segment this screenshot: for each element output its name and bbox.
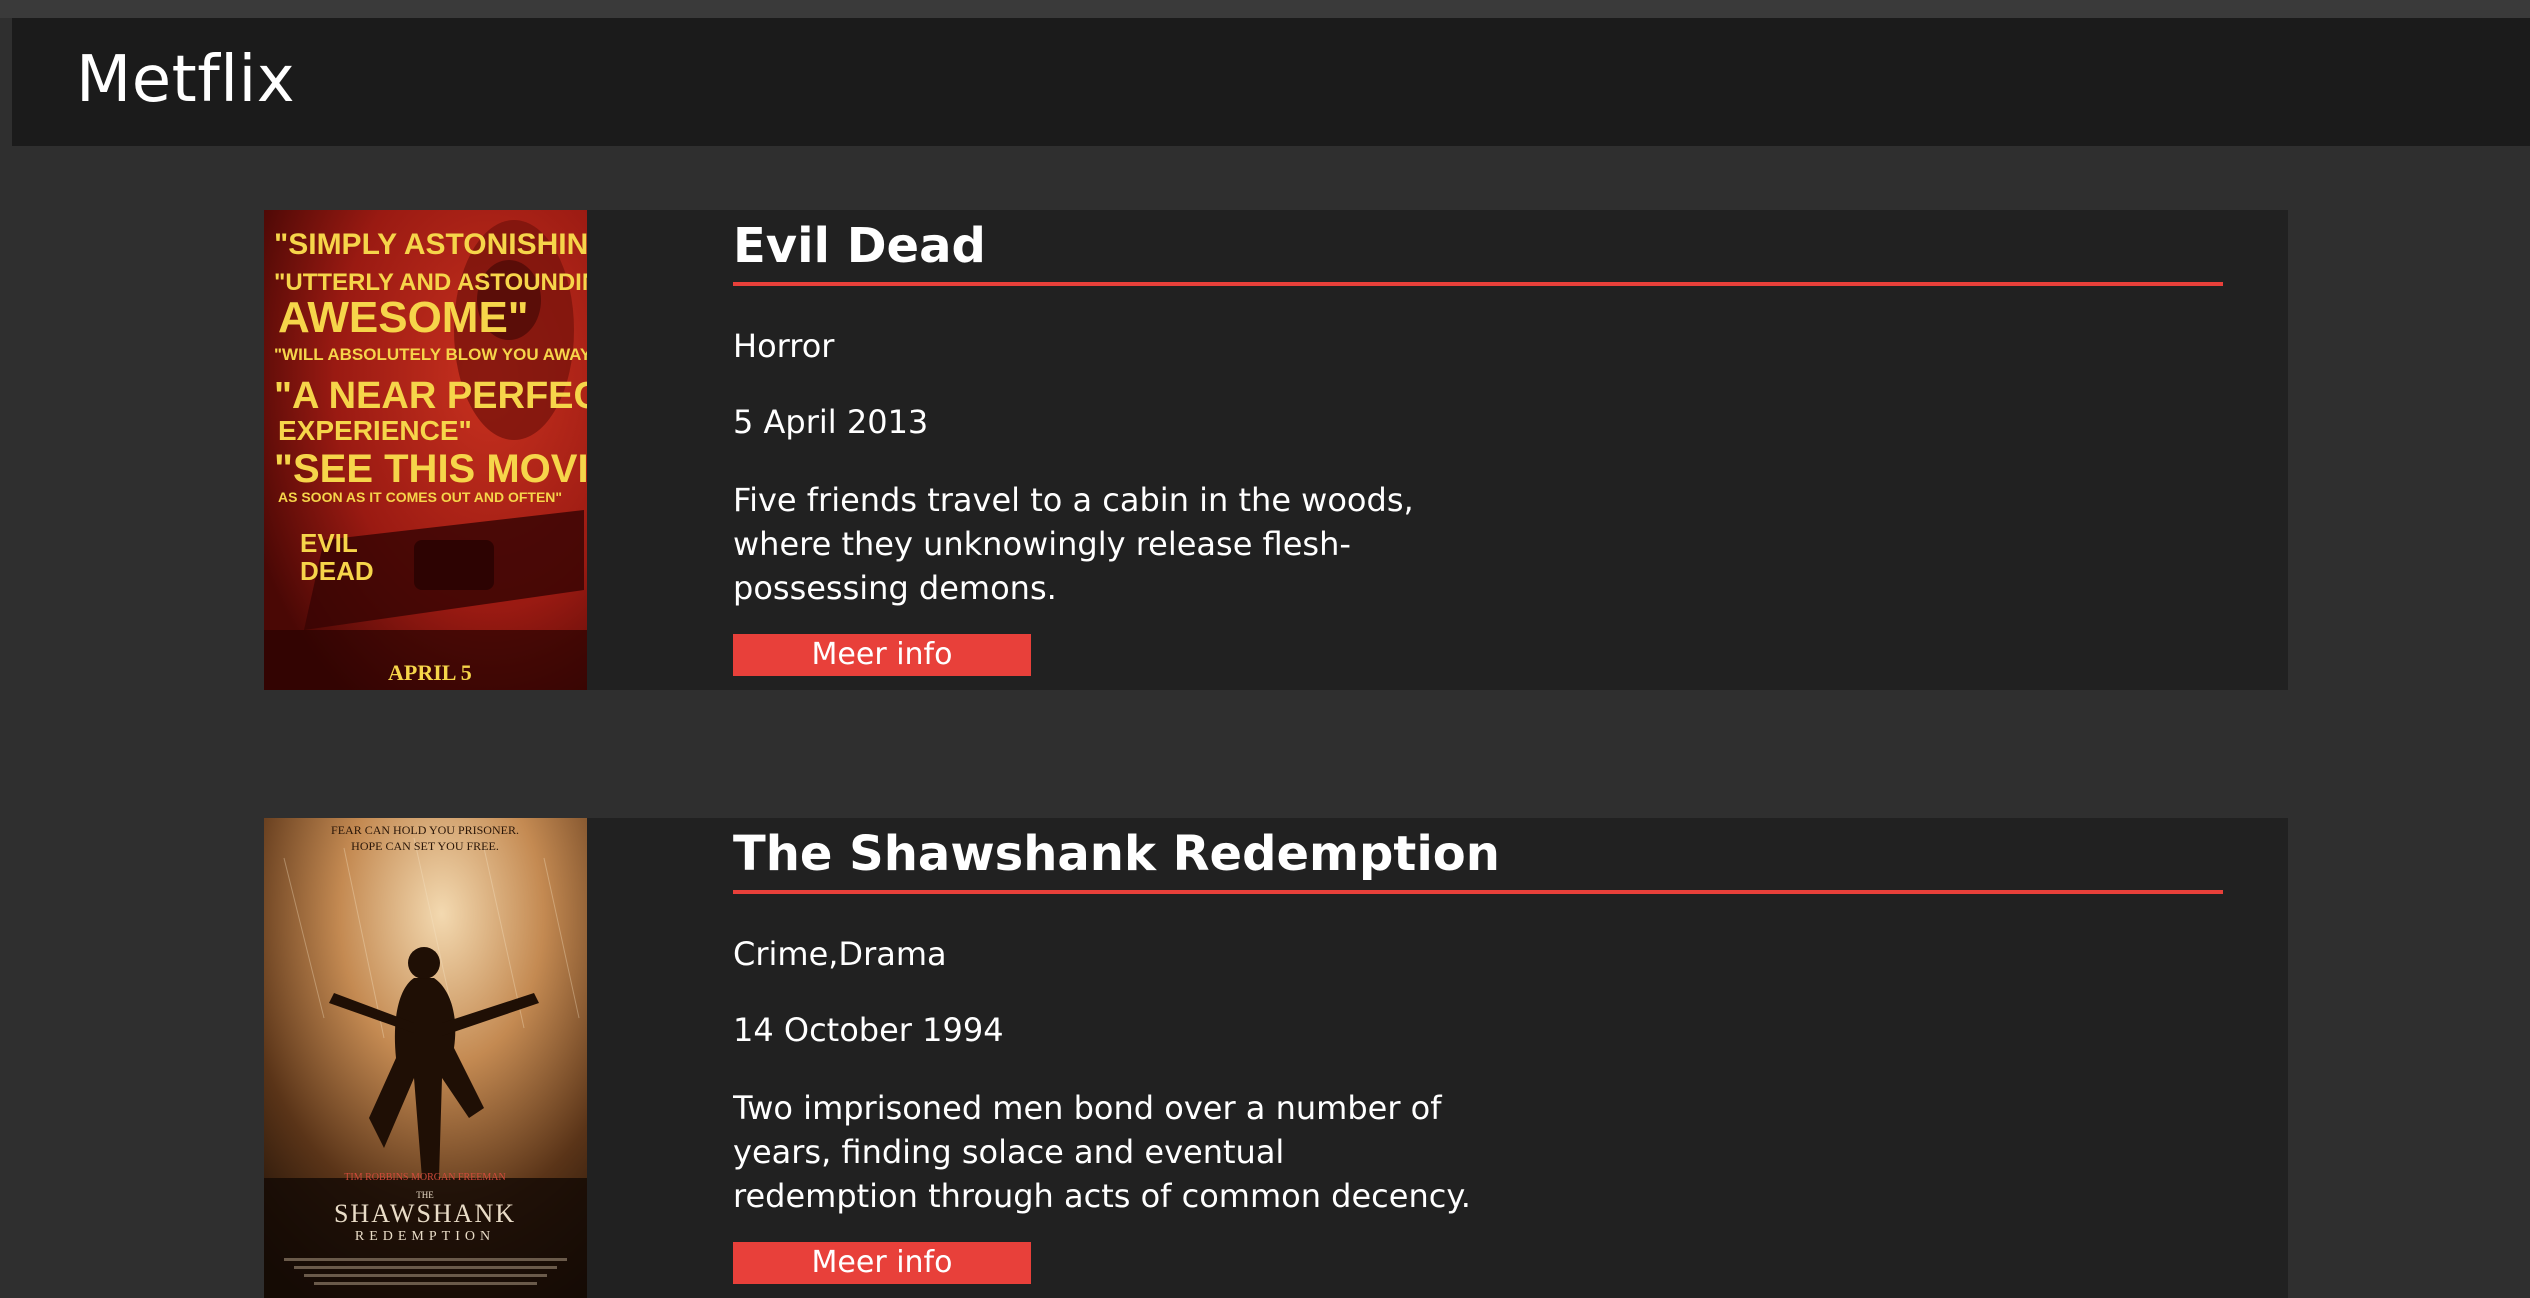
- movie-card: "SIMPLY ASTONISHING" "UTTERLY AND ASTOUN…: [264, 210, 2288, 690]
- site-header: Metflix: [12, 18, 2530, 146]
- top-strip: [0, 0, 2530, 18]
- more-info-button[interactable]: Meer info: [733, 634, 1031, 676]
- movie-poster: "SIMPLY ASTONISHING" "UTTERLY AND ASTOUN…: [264, 210, 587, 690]
- movie-genre: Crime,Drama: [733, 935, 947, 973]
- poster-tagline: FEAR CAN HOLD YOU PRISONER.: [331, 823, 519, 837]
- movie-release-date: 14 October 1994: [733, 1011, 1004, 1049]
- title-underline: [733, 282, 2223, 286]
- poster-quote: "SEE THIS MOVIE: [274, 447, 587, 491]
- poster-quote: "SIMPLY ASTONISHING": [274, 228, 587, 261]
- poster-quote: "UTTERLY AND ASTOUNDINGLY: [274, 269, 587, 296]
- poster-logo: EVIL: [300, 528, 358, 558]
- movie-card: FEAR CAN HOLD YOU PRISONER. HOPE CAN SET…: [264, 818, 2288, 1298]
- poster-quote: AS SOON AS IT COMES OUT AND OFTEN": [278, 489, 562, 505]
- more-info-button[interactable]: Meer info: [733, 1242, 1031, 1284]
- poster-actors: TIM ROBBINS MORGAN FREEMAN: [344, 1172, 505, 1183]
- evil-dead-poster-image: "SIMPLY ASTONISHING" "UTTERLY AND ASTOUN…: [264, 210, 587, 690]
- movie-poster: FEAR CAN HOLD YOU PRISONER. HOPE CAN SET…: [264, 818, 587, 1298]
- title-underline: [733, 890, 2223, 894]
- poster-quote: "WILL ABSOLUTELY BLOW YOU AWAY": [274, 345, 587, 364]
- poster-quote: EXPERIENCE": [278, 415, 472, 446]
- movie-info: Evil Dead Horror 5 April 2013 Five frien…: [733, 210, 2223, 676]
- poster-tagline: HOPE CAN SET YOU FREE.: [351, 839, 499, 853]
- movie-release-date: 5 April 2013: [733, 403, 929, 441]
- poster-quote: AWESOME": [278, 293, 529, 342]
- poster-logo: DEAD: [300, 556, 374, 586]
- movie-title: Evil Dead: [733, 218, 986, 274]
- movie-info: The Shawshank Redemption Crime,Drama 14 …: [733, 818, 2223, 1284]
- shawshank-poster-image: FEAR CAN HOLD YOU PRISONER. HOPE CAN SET…: [264, 818, 587, 1298]
- poster-title: SHAWSHANK: [334, 1199, 516, 1228]
- poster-date: APRIL 5: [388, 660, 472, 685]
- movie-title: The Shawshank Redemption: [733, 826, 1500, 882]
- movie-description: Two imprisoned men bond over a number of…: [733, 1089, 1471, 1215]
- site-logo[interactable]: Metflix: [76, 40, 295, 120]
- poster-title: REDEMPTION: [355, 1229, 495, 1244]
- poster-quote: "A NEAR PERFECT: [274, 375, 587, 417]
- movie-genre: Horror: [733, 327, 835, 365]
- movie-description: Five friends travel to a cabin in the wo…: [733, 481, 1414, 607]
